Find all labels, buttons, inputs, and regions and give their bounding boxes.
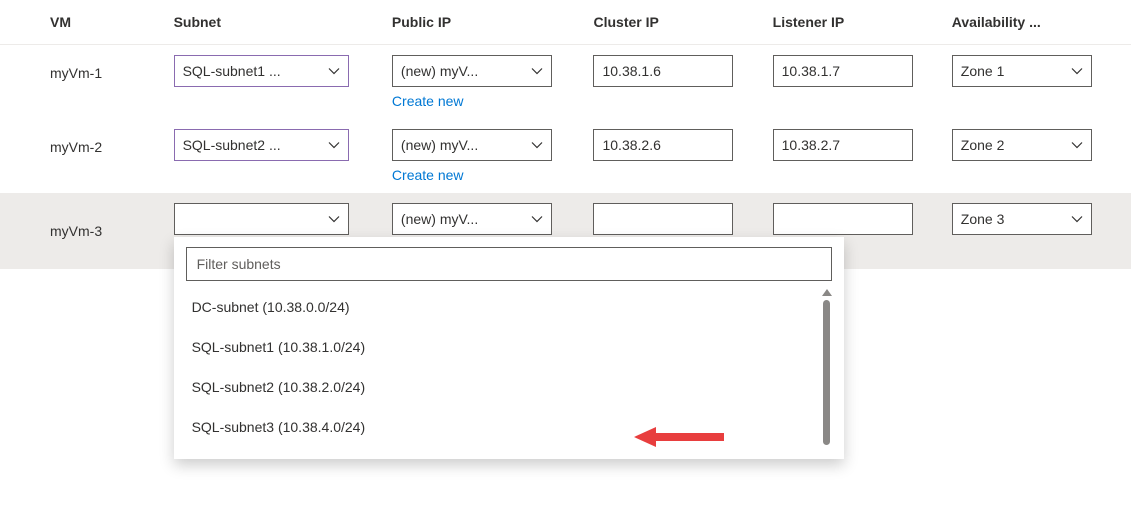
availability-dropdown[interactable]: Zone 1 bbox=[952, 55, 1092, 87]
column-header-public-ip[interactable]: Public IP bbox=[392, 0, 594, 45]
scroll-thumb[interactable] bbox=[823, 300, 830, 445]
subnet-option[interactable]: SQL-subnet3 (10.38.4.0/24) bbox=[186, 407, 832, 447]
listener-ip-input[interactable]: 10.38.2.7 bbox=[773, 129, 913, 161]
public-ip-dropdown[interactable]: (new) myV... bbox=[392, 203, 552, 235]
cluster-ip-input[interactable] bbox=[593, 203, 733, 235]
vm-name: myVm-1 bbox=[0, 45, 174, 120]
subnet-selected-value: SQL-subnet1 ... bbox=[183, 63, 281, 79]
chevron-down-icon bbox=[328, 139, 340, 151]
chevron-down-icon bbox=[328, 65, 340, 77]
vm-name: myVm-3 bbox=[0, 193, 174, 269]
chevron-down-icon bbox=[531, 213, 543, 225]
listener-ip-value: 10.38.1.7 bbox=[782, 63, 840, 79]
column-header-availability[interactable]: Availability ... bbox=[952, 0, 1131, 45]
subnet-option[interactable]: SQL-subnet2 (10.38.2.0/24) bbox=[186, 367, 832, 407]
availability-selected-value: Zone 1 bbox=[961, 63, 1005, 79]
public-ip-selected-value: (new) myV... bbox=[401, 137, 478, 153]
subnet-dropdown-popup: DC-subnet (10.38.0.0/24) SQL-subnet1 (10… bbox=[174, 237, 844, 459]
subnet-dropdown[interactable]: SQL-subnet1 ... bbox=[174, 55, 349, 87]
availability-selected-value: Zone 2 bbox=[961, 137, 1005, 153]
cluster-ip-value: 10.38.2.6 bbox=[602, 137, 660, 153]
filter-subnets-input[interactable] bbox=[186, 247, 832, 281]
column-header-vm[interactable]: VM bbox=[0, 0, 174, 45]
scroll-up-icon bbox=[822, 289, 832, 296]
subnet-selected-value: SQL-subnet2 ... bbox=[183, 137, 281, 153]
chevron-down-icon bbox=[531, 139, 543, 151]
subnet-option[interactable]: SQL-subnet1 (10.38.1.0/24) bbox=[186, 327, 832, 367]
subnet-option[interactable]: DC-subnet (10.38.0.0/24) bbox=[186, 287, 832, 327]
listener-ip-value: 10.38.2.7 bbox=[782, 137, 840, 153]
public-ip-selected-value: (new) myV... bbox=[401, 211, 478, 227]
create-new-link[interactable]: Create new bbox=[392, 167, 464, 183]
public-ip-dropdown[interactable]: (new) myV... bbox=[392, 129, 552, 161]
availability-selected-value: Zone 3 bbox=[961, 211, 1005, 227]
vm-config-table: VM Subnet Public IP Cluster IP Listener … bbox=[0, 0, 1131, 269]
column-header-cluster-ip[interactable]: Cluster IP bbox=[593, 0, 772, 45]
vm-name: myVm-2 bbox=[0, 119, 174, 193]
column-header-subnet[interactable]: Subnet bbox=[174, 0, 392, 45]
subnet-dropdown[interactable]: SQL-subnet2 ... bbox=[174, 129, 349, 161]
cluster-ip-value: 10.38.1.6 bbox=[602, 63, 660, 79]
availability-dropdown[interactable]: Zone 2 bbox=[952, 129, 1092, 161]
subnet-dropdown[interactable] bbox=[174, 203, 349, 235]
listener-ip-input[interactable]: 10.38.1.7 bbox=[773, 55, 913, 87]
table-row: myVm-1 SQL-subnet1 ... (new) myV... Crea… bbox=[0, 45, 1131, 120]
listener-ip-input[interactable] bbox=[773, 203, 913, 235]
chevron-down-icon bbox=[1071, 213, 1083, 225]
public-ip-dropdown[interactable]: (new) myV... bbox=[392, 55, 552, 87]
chevron-down-icon bbox=[328, 213, 340, 225]
chevron-down-icon bbox=[531, 65, 543, 77]
cluster-ip-input[interactable]: 10.38.1.6 bbox=[593, 55, 733, 87]
chevron-down-icon bbox=[1071, 139, 1083, 151]
chevron-down-icon bbox=[1071, 65, 1083, 77]
scrollbar[interactable] bbox=[820, 289, 834, 445]
column-header-listener-ip[interactable]: Listener IP bbox=[773, 0, 952, 45]
table-row: myVm-3 DC-subnet (10.38.0.0/24) SQL-subn… bbox=[0, 193, 1131, 269]
public-ip-selected-value: (new) myV... bbox=[401, 63, 478, 79]
create-new-link[interactable]: Create new bbox=[392, 93, 464, 109]
cluster-ip-input[interactable]: 10.38.2.6 bbox=[593, 129, 733, 161]
table-row: myVm-2 SQL-subnet2 ... (new) myV... Crea… bbox=[0, 119, 1131, 193]
availability-dropdown[interactable]: Zone 3 bbox=[952, 203, 1092, 235]
